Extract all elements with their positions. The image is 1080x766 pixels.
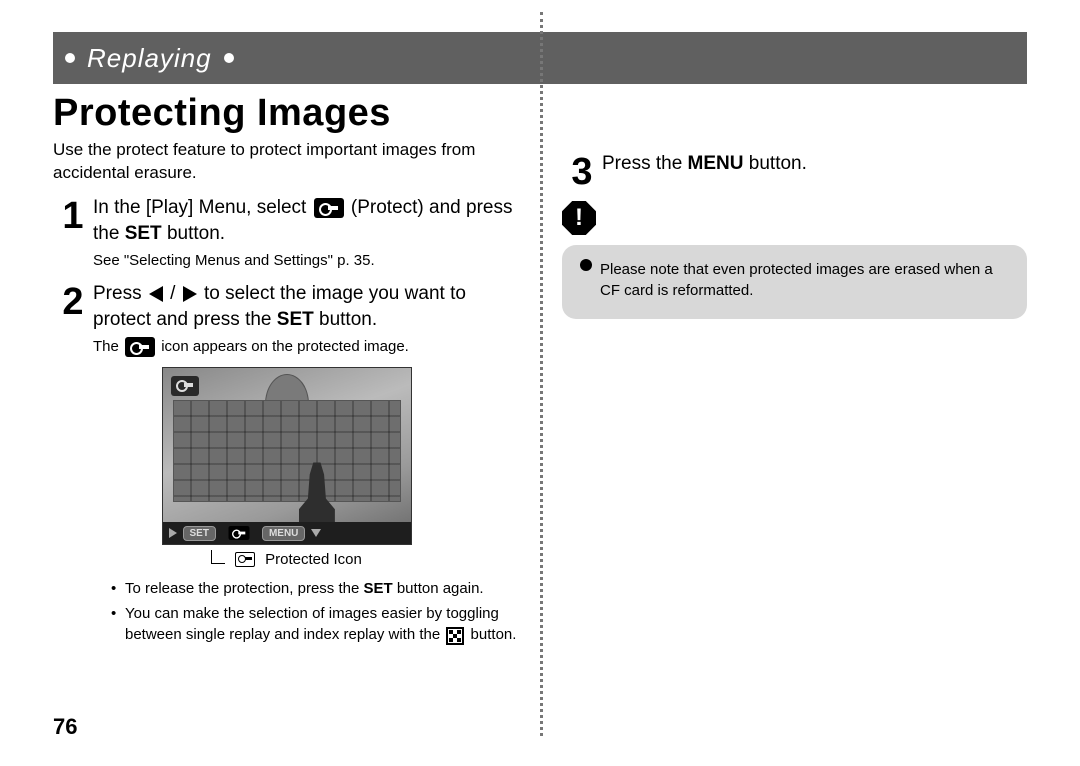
step-number: 3 <box>562 151 602 191</box>
text-bold: SET <box>363 580 392 597</box>
bullet-dot-icon <box>224 53 234 63</box>
caption-text: Protected Icon <box>265 551 362 568</box>
protect-key-icon <box>314 198 344 218</box>
screenshot-bottom-bar: SET MENU <box>163 522 411 544</box>
protect-key-icon <box>224 523 254 543</box>
step-subtext: The icon appears on the protected image. <box>93 336 520 357</box>
step-2: 2 Press / to select the image you want t… <box>53 281 520 357</box>
text: button. <box>319 309 377 330</box>
text: Press the <box>602 153 688 174</box>
text: button. <box>749 153 807 174</box>
text: icon appears on the protected image. <box>161 338 409 355</box>
text: button. <box>471 626 517 643</box>
text: button again. <box>397 580 484 597</box>
step-number: 2 <box>53 281 93 357</box>
text-bold: MENU <box>688 153 744 174</box>
screenshot-caption: Protected Icon <box>53 551 520 568</box>
text: To release the protection, press the <box>125 580 363 597</box>
text: In the [Play] Menu, select <box>93 197 312 218</box>
step-body: In the [Play] Menu, select (Protect) and… <box>93 195 520 271</box>
arrow-right-icon <box>183 286 197 302</box>
play-icon <box>169 528 177 538</box>
text: button. <box>167 223 225 244</box>
left-column: Use the protect feature to protect impor… <box>53 139 540 649</box>
list-item: You can make the selection of images eas… <box>111 603 520 645</box>
manual-page: Replaying Protecting Images Use the prot… <box>0 0 1080 766</box>
slash: / <box>170 283 181 304</box>
warning-icon <box>562 201 596 235</box>
example-screenshot: SET MENU <box>162 367 412 545</box>
protect-key-icon <box>125 337 155 357</box>
step-body: Press the MENU button. <box>602 151 1027 191</box>
text: You can make the selection of images eas… <box>125 605 499 643</box>
warning-note: Please note that even protected images a… <box>562 245 1027 319</box>
step-1: 1 In the [Play] Menu, select (Protect) a… <box>53 195 520 271</box>
page-number: 76 <box>53 714 77 740</box>
step-subtext: See "Selecting Menus and Settings" p. 35… <box>93 250 520 271</box>
caption-leader-line <box>211 550 225 564</box>
notes-list: To release the protection, press the SET… <box>53 578 520 645</box>
protect-key-outline-icon <box>235 552 255 567</box>
list-item: To release the protection, press the SET… <box>111 578 520 599</box>
arrow-left-icon <box>149 286 163 302</box>
text-bold: SET <box>125 223 162 244</box>
step-3: 3 Press the MENU button. <box>562 151 1027 191</box>
menu-pill: MENU <box>262 526 305 541</box>
content-columns: Use the protect feature to protect impor… <box>53 139 1027 649</box>
intro-text: Use the protect feature to protect impor… <box>53 139 520 185</box>
bullet-dot-icon <box>65 53 75 63</box>
text: The <box>93 338 123 355</box>
step-body: Press / to select the image you want to … <box>93 281 520 357</box>
text-bold: SET <box>277 309 314 330</box>
right-column: 3 Press the MENU button. Please note tha… <box>540 139 1027 649</box>
text: Press <box>93 283 147 304</box>
illustration-building <box>173 382 401 502</box>
index-grid-icon <box>446 627 464 645</box>
close-arrow-icon <box>311 529 321 537</box>
set-pill: SET <box>183 526 216 541</box>
note-bullet-icon <box>580 259 592 271</box>
note-text: Please note that even protected images a… <box>600 259 1009 301</box>
step-number: 1 <box>53 195 93 271</box>
section-label: Replaying <box>87 43 212 74</box>
